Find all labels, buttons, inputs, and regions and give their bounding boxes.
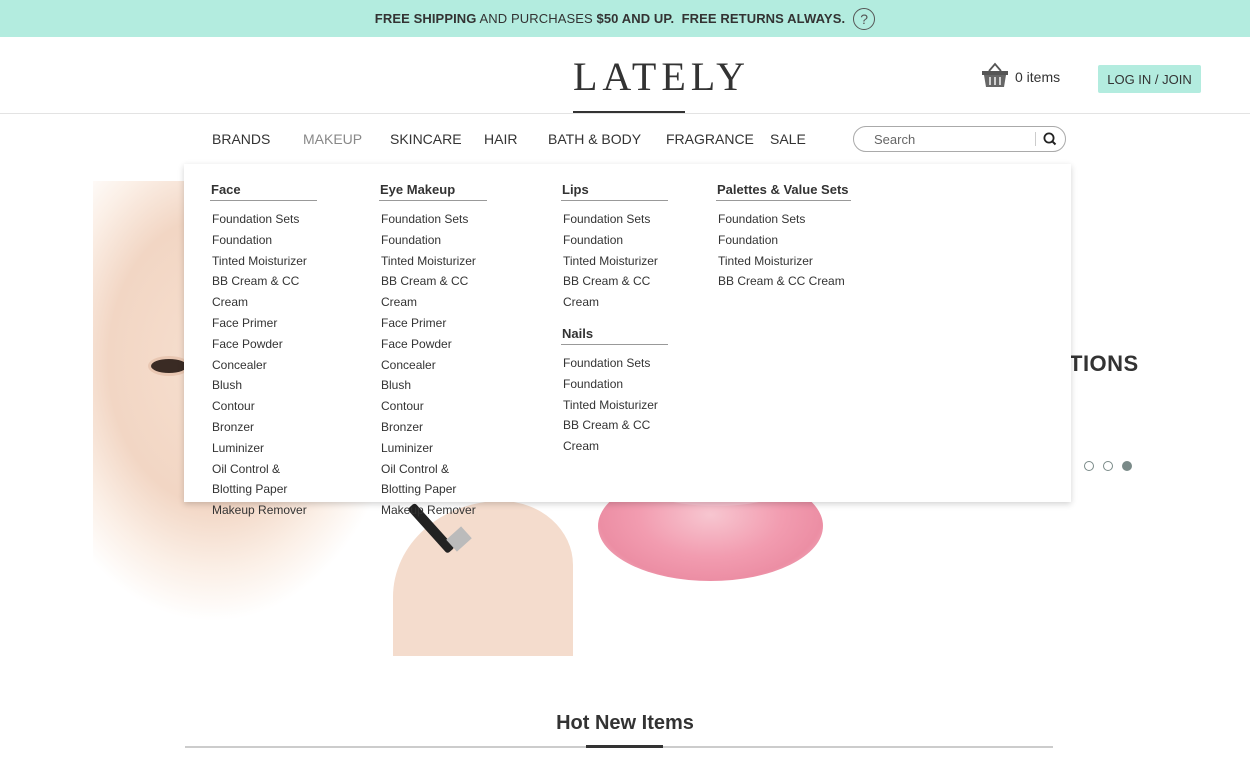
menu-link[interactable]: Luminizer <box>210 438 317 459</box>
menu-link[interactable]: Contour <box>379 396 487 417</box>
nav-bath-body[interactable]: BATH & BODY <box>548 131 641 147</box>
nav-makeup[interactable]: MAKEUP <box>303 131 362 147</box>
nav-fragrance[interactable]: FRAGRANCE <box>666 131 754 147</box>
site-logo[interactable]: LATELY <box>573 57 745 113</box>
search-input[interactable] <box>874 130 1034 148</box>
menu-heading-eye-makeup[interactable]: Eye Makeup <box>379 181 487 201</box>
menu-list-palettes: Foundation Sets Foundation Tinted Moisturi… <box>716 209 851 292</box>
menu-heading-palettes[interactable]: Palettes & Value Sets <box>716 181 851 201</box>
menu-heading-face[interactable]: Face <box>210 181 317 201</box>
menu-link[interactable]: Foundation <box>561 374 668 395</box>
menu-col-face: Face Foundation Sets Foundation Tinted Moi… <box>210 181 317 521</box>
menu-link[interactable]: Blush <box>379 375 487 396</box>
hero-headline: TIONS <box>1069 351 1139 376</box>
menu-link[interactable]: Bronzer <box>210 417 317 438</box>
nav-sale[interactable]: SALE <box>770 131 806 147</box>
menu-link[interactable]: Tinted Moisturizer <box>561 251 668 272</box>
menu-link[interactable]: BB Cream & CC Cream <box>561 271 668 313</box>
search-icon[interactable] <box>1040 130 1060 148</box>
menu-link[interactable]: Foundation <box>561 230 668 251</box>
menu-col-lips: Lips Foundation Sets Foundation Tinted Moi… <box>561 181 668 457</box>
help-icon[interactable]: ? <box>853 7 876 30</box>
section-underline <box>586 745 663 748</box>
menu-link[interactable]: Foundation Sets <box>210 209 317 230</box>
menu-link[interactable]: Foundation Sets <box>716 209 851 230</box>
nav-skincare[interactable]: SKINCARE <box>390 131 462 147</box>
basket-icon <box>981 62 1009 91</box>
menu-link[interactable]: Face Powder <box>210 334 317 355</box>
menu-link[interactable]: Contour <box>210 396 317 417</box>
cart-link[interactable]: 0 items <box>981 62 1060 91</box>
makeup-mega-menu: Face Foundation Sets Foundation Tinted Moi… <box>184 164 1071 517</box>
menu-link[interactable]: Makeup Remover <box>379 500 487 521</box>
menu-link[interactable]: Bronzer <box>379 417 487 438</box>
menu-list-lips: Foundation Sets Foundation Tinted Moisturi… <box>561 209 668 313</box>
menu-link[interactable]: Face Powder <box>379 334 487 355</box>
menu-link[interactable]: Foundation <box>379 230 487 251</box>
menu-link[interactable]: Luminizer <box>379 438 487 459</box>
menu-link[interactable]: Concealer <box>210 355 317 376</box>
menu-link[interactable]: Foundation Sets <box>561 353 668 374</box>
menu-link[interactable]: BB Cream & CC Cream <box>716 271 851 292</box>
menu-link[interactable]: Foundation <box>210 230 317 251</box>
menu-link[interactable]: Oil Control & Blotting Paper <box>379 459 487 501</box>
promo-threshold: $50 AND UP. <box>596 11 675 26</box>
menu-link[interactable]: Tinted Moisturizer <box>716 251 851 272</box>
menu-heading-lips[interactable]: Lips <box>561 181 668 201</box>
search-box <box>853 126 1066 152</box>
cart-count: 0 items <box>1015 68 1061 85</box>
menu-link[interactable]: BB Cream & CC Cream <box>210 271 317 313</box>
menu-link[interactable]: Concealer <box>379 355 487 376</box>
menu-list-nails: Foundation Sets Foundation Tinted Moisturi… <box>561 353 668 457</box>
carousel-dot-3[interactable] <box>1122 461 1132 471</box>
menu-link[interactable]: Foundation Sets <box>561 209 668 230</box>
section-title: Hot New Items <box>556 712 694 734</box>
site-header: LATELY 0 items LOG IN / JOIN <box>0 37 1250 114</box>
carousel-dot-1[interactable] <box>1084 461 1094 471</box>
menu-col-palettes: Palettes & Value Sets Foundation Sets Fou… <box>716 181 851 292</box>
menu-link[interactable]: Face Primer <box>210 313 317 334</box>
menu-link[interactable]: Face Primer <box>379 313 487 334</box>
menu-link[interactable]: Tinted Moisturizer <box>210 251 317 272</box>
nav-hair[interactable]: HAIR <box>484 131 517 147</box>
menu-link[interactable]: Foundation Sets <box>379 209 487 230</box>
search-divider <box>1035 132 1036 146</box>
menu-link[interactable]: BB Cream & CC Cream <box>561 415 668 457</box>
promo-free-returns: FREE RETURNS ALWAYS. <box>674 11 846 26</box>
login-join-button[interactable]: LOG IN / JOIN <box>1098 65 1201 93</box>
promo-purchases: AND PURCHASES <box>476 11 597 26</box>
nav-brands[interactable]: BRANDS <box>212 131 270 147</box>
menu-link[interactable]: Foundation <box>716 230 851 251</box>
menu-col-eye: Eye Makeup Foundation Sets Foundation Tint… <box>379 181 487 521</box>
menu-list-face: Foundation Sets Foundation Tinted Moisturi… <box>210 209 317 521</box>
menu-link[interactable]: Blush <box>210 375 317 396</box>
promo-free-shipping: FREE SHIPPING <box>374 11 477 26</box>
menu-heading-nails[interactable]: Nails <box>561 325 668 345</box>
menu-link[interactable]: Tinted Moisturizer <box>379 251 487 272</box>
menu-link[interactable]: Tinted Moisturizer <box>561 395 668 416</box>
menu-link[interactable]: BB Cream & CC Cream <box>379 271 487 313</box>
carousel-dots <box>1084 461 1132 471</box>
promo-bar: FREE SHIPPING AND PURCHASES $50 AND UP. … <box>0 0 1250 37</box>
menu-list-eye: Foundation Sets Foundation Tinted Moisturi… <box>379 209 487 521</box>
menu-link[interactable]: Oil Control & Blotting Paper <box>210 459 317 501</box>
menu-link[interactable]: Makeup Remover <box>210 500 317 521</box>
carousel-dot-2[interactable] <box>1103 461 1113 471</box>
